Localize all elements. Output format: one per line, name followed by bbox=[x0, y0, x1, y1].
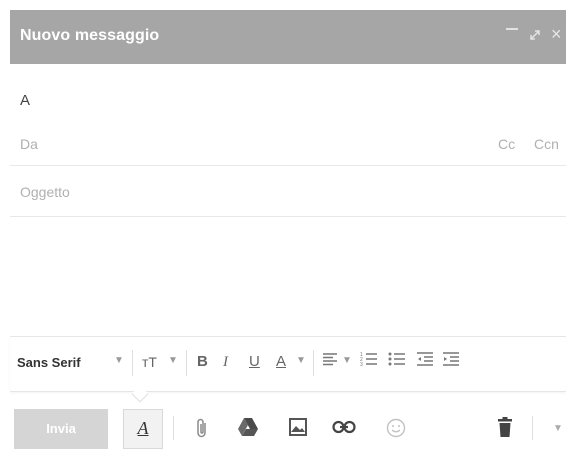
action-divider bbox=[532, 416, 533, 440]
from-field[interactable]: Da bbox=[20, 136, 38, 152]
drive-icon[interactable] bbox=[237, 417, 259, 442]
chevron-down-icon[interactable]: ▼ bbox=[168, 355, 178, 366]
link-icon[interactable] bbox=[332, 420, 356, 439]
cc-link[interactable]: Cc bbox=[498, 136, 515, 152]
ccn-link[interactable]: Ccn bbox=[534, 136, 559, 152]
toolbar-divider bbox=[132, 350, 133, 376]
trash-icon[interactable] bbox=[497, 416, 513, 443]
toolbar-divider bbox=[313, 350, 314, 376]
recipients-divider bbox=[10, 165, 566, 166]
text-color-button[interactable]: A bbox=[276, 352, 286, 372]
emoji-icon[interactable] bbox=[386, 418, 406, 443]
window-title: Nuovo messaggio bbox=[20, 27, 160, 44]
action-divider bbox=[173, 416, 174, 440]
indent-less-icon[interactable] bbox=[416, 351, 434, 373]
formatting-toggle-button[interactable]: A bbox=[123, 409, 163, 449]
formatting-toolbar bbox=[10, 336, 566, 392]
expand-icon[interactable] bbox=[528, 24, 542, 46]
underline-button[interactable]: U bbox=[249, 352, 260, 372]
chevron-down-icon[interactable]: ▼ bbox=[342, 355, 352, 366]
font-family-select[interactable]: Sans Serif bbox=[17, 355, 81, 370]
paperclip-icon[interactable] bbox=[195, 417, 209, 444]
close-icon[interactable]: × bbox=[551, 24, 562, 44]
subject-input[interactable]: Oggetto bbox=[20, 184, 70, 200]
chevron-down-icon[interactable]: ▼ bbox=[553, 423, 563, 434]
message-body[interactable] bbox=[10, 217, 566, 337]
to-field[interactable]: A bbox=[20, 92, 30, 109]
photo-icon[interactable] bbox=[288, 417, 308, 442]
compose-window: Nuovo messaggio × A Da Cc Ccn Oggetto Sa… bbox=[10, 10, 566, 449]
chevron-down-icon[interactable]: ▼ bbox=[114, 355, 124, 366]
title-bar[interactable]: Nuovo messaggio × bbox=[10, 10, 566, 64]
bold-button[interactable]: B bbox=[197, 352, 208, 372]
text-size-icon[interactable]: ᴛT bbox=[142, 352, 157, 372]
numbered-list-icon[interactable]: 1 2 3 bbox=[360, 351, 378, 373]
bulleted-list-icon[interactable] bbox=[388, 351, 406, 373]
send-button[interactable]: Invia bbox=[14, 409, 108, 449]
toolbar-divider bbox=[186, 350, 187, 376]
minimize-icon[interactable] bbox=[506, 28, 518, 30]
italic-button[interactable]: I bbox=[223, 352, 228, 372]
svg-text:3: 3 bbox=[360, 362, 363, 367]
indent-more-icon[interactable] bbox=[442, 351, 460, 373]
chevron-down-icon[interactable]: ▼ bbox=[296, 355, 306, 366]
align-icon[interactable] bbox=[322, 351, 338, 373]
